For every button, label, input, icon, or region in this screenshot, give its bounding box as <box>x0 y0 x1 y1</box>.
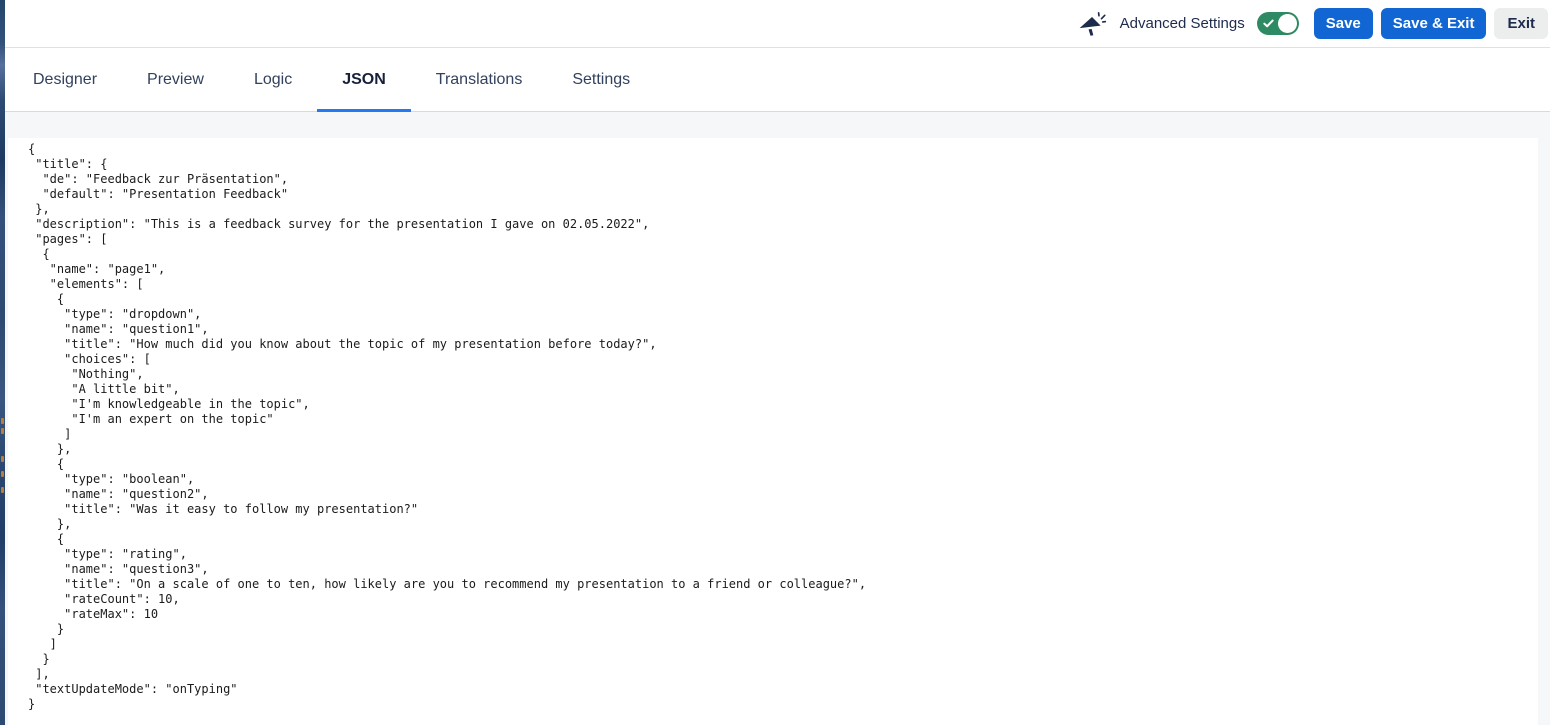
check-icon <box>1263 19 1274 27</box>
json-editor: { "title": { "de": "Feedback zur Präsent… <box>8 138 1538 725</box>
tab-translations[interactable]: Translations <box>411 48 548 111</box>
tab-settings[interactable]: Settings <box>547 48 655 111</box>
tab-designer[interactable]: Designer <box>8 48 122 111</box>
save-and-exit-button[interactable]: Save & Exit <box>1380 8 1487 39</box>
toggle-knob <box>1277 14 1297 33</box>
tab-json[interactable]: JSON <box>317 48 411 112</box>
edge-mark <box>1 418 4 424</box>
content-area: { "title": { "de": "Feedback zur Präsent… <box>5 113 1550 725</box>
top-action-bar: Advanced Settings Save Save & Exit Exit <box>5 0 1550 48</box>
edge-mark <box>1 487 4 493</box>
advanced-settings-toggle[interactable] <box>1256 12 1299 35</box>
save-button[interactable]: Save <box>1313 8 1373 39</box>
window-edge-strip <box>0 0 5 725</box>
tab-logic[interactable]: Logic <box>229 48 317 111</box>
exit-button[interactable]: Exit <box>1494 8 1548 39</box>
megaphone-icon[interactable] <box>1077 9 1107 39</box>
tab-bar: Designer Preview Logic JSON Translations Sett… <box>5 48 1550 112</box>
tab-preview[interactable]: Preview <box>122 48 229 111</box>
advanced-settings-label: Advanced Settings <box>1119 15 1245 32</box>
edge-mark <box>1 428 4 434</box>
json-code[interactable]: { "title": { "de": "Feedback zur Präsent… <box>8 138 1538 712</box>
edge-mark <box>1 456 4 462</box>
edge-mark <box>1 471 4 477</box>
